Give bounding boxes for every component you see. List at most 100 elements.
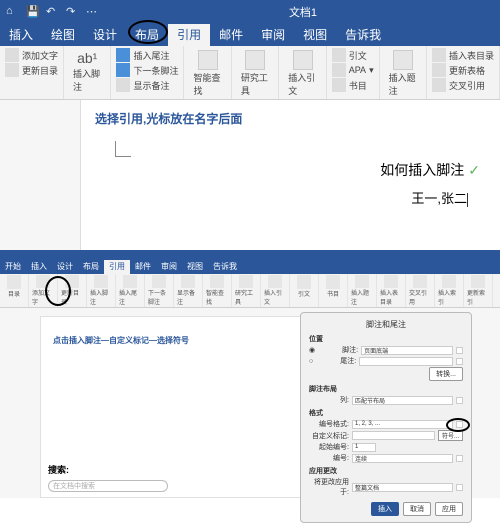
toolbar-item-10[interactable]: 引文: [293, 275, 315, 306]
citation-button[interactable]: 引文: [332, 48, 374, 62]
columns-select[interactable]: 匹配节布局: [352, 396, 453, 405]
tab-4[interactable]: 引用: [168, 24, 210, 46]
toolbar-item-13[interactable]: 插入表目录: [380, 275, 402, 306]
update-table-button[interactable]: 更新表格: [432, 63, 494, 77]
undo-icon[interactable]: ↶: [46, 5, 60, 19]
numbering-select[interactable]: 连续: [352, 454, 453, 463]
insert-button[interactable]: 插入: [371, 502, 399, 516]
toolbar-item-11[interactable]: 书目: [322, 275, 344, 306]
more-icon[interactable]: ⋯: [86, 5, 100, 19]
section-position: 位置: [309, 334, 463, 344]
toolbar-item-15[interactable]: 插入索引: [438, 275, 460, 306]
redo-icon[interactable]: ↷: [66, 5, 80, 19]
cross-ref-button[interactable]: 交叉引用: [432, 78, 494, 92]
insert-footnote-button[interactable]: ab¹插入脚注: [69, 48, 105, 95]
apply-to-select[interactable]: 整篇文档: [352, 483, 453, 492]
convert-button[interactable]: 转换...: [429, 367, 463, 381]
chevron-down-icon[interactable]: [456, 347, 463, 354]
toolbar-item-2[interactable]: 更新目录: [61, 275, 83, 306]
toolbar-item-12[interactable]: 插入题注: [351, 275, 373, 306]
dialog-title: 脚注和尾注: [309, 319, 463, 330]
radio-footnote[interactable]: ◉: [309, 346, 315, 354]
toolbar-item-1[interactable]: 添加文字: [32, 275, 54, 306]
save-icon[interactable]: 💾: [26, 5, 40, 19]
toolbar-item-6[interactable]: 显示备注: [177, 275, 199, 306]
apply-button[interactable]: 应用: [435, 502, 463, 516]
section-layout: 脚注布局: [309, 384, 463, 394]
tab-5[interactable]: 邮件: [210, 24, 252, 46]
chevron-down-icon[interactable]: [456, 455, 463, 462]
tab-6[interactable]: 审阅: [156, 260, 182, 274]
insert-fig-toc-button[interactable]: 插入表目录: [432, 48, 494, 62]
toolbar-item-8[interactable]: 研究工具: [235, 275, 257, 306]
insert-caption-button[interactable]: 插入题注: [385, 48, 421, 99]
ime-check-icon: ✓: [468, 162, 480, 178]
ribbon-tabs-bottom: 开始插入设计布局引用邮件审阅视图告诉我: [0, 260, 500, 274]
insert-endnote-button[interactable]: 插入尾注: [116, 48, 178, 62]
section-format: 格式: [309, 408, 463, 418]
doc-heading: 如何插入脚注✓: [380, 160, 480, 180]
toolbar-item-7[interactable]: 智能查找: [206, 275, 228, 306]
style-select[interactable]: APA ▾: [332, 63, 374, 77]
tab-1[interactable]: 插入: [26, 260, 52, 274]
document-area-bottom[interactable]: 点击插入脚注—自定义标记—选择符号 搜索: 在文档中搜索 脚注和尾注 位置 ◉ 脚…: [0, 308, 500, 498]
footnote-pos-select[interactable]: 页面底端: [361, 346, 453, 355]
next-footnote-button[interactable]: 下一条脚注: [116, 63, 178, 77]
document-area[interactable]: 选择引用,光标放在名字后面 如何插入脚注✓ 王一,张二: [0, 100, 500, 250]
ribbon: 添加文字 更新目录 ab¹插入脚注 插入尾注 下一条脚注 显示备注 智能查找 研…: [0, 46, 500, 100]
update-toc-button[interactable]: 更新目录: [5, 63, 58, 77]
tab-2[interactable]: 设计: [84, 24, 126, 46]
ribbon-tabs: 插入绘图设计布局引用邮件审阅视图告诉我: [0, 24, 500, 46]
toolbar-item-14[interactable]: 交叉引用: [409, 275, 431, 306]
tab-4[interactable]: 引用: [104, 260, 130, 274]
instruction-text: 点击插入脚注—自定义标记—选择符号: [53, 335, 327, 346]
tab-2[interactable]: 设计: [52, 260, 78, 274]
chevron-down-icon[interactable]: [456, 421, 463, 428]
radio-endnote[interactable]: ○: [309, 358, 313, 365]
add-text-button[interactable]: 添加文字: [5, 48, 58, 62]
toolbar-item-9[interactable]: 插入引文: [264, 275, 286, 306]
text-cursor: [467, 193, 468, 207]
smart-lookup-button[interactable]: 智能查找: [189, 48, 225, 99]
toolbar-item-0[interactable]: 目录: [3, 275, 25, 306]
tab-3[interactable]: 布局: [78, 260, 104, 274]
tab-0[interactable]: 开始: [0, 260, 26, 274]
footnote-dialog: 脚注和尾注 位置 ◉脚注:页面底端 ○尾注: 转换... 脚注布局 列:匹配节布…: [300, 312, 472, 523]
start-number-input[interactable]: 1: [352, 443, 376, 452]
doc-title: 文档1: [106, 4, 500, 20]
tab-5[interactable]: 邮件: [130, 260, 156, 274]
tab-0[interactable]: 插入: [0, 24, 42, 46]
search-input[interactable]: 在文档中搜索: [48, 480, 168, 492]
biblio-button[interactable]: 书目: [332, 78, 374, 92]
toolbar-item-16[interactable]: 更新索引: [467, 275, 489, 306]
research-button[interactable]: 研究工具: [237, 48, 273, 99]
section-apply: 应用更改: [309, 466, 463, 476]
search-label: 搜索:: [48, 463, 69, 476]
tab-1[interactable]: 绘图: [42, 24, 84, 46]
cancel-button[interactable]: 取消: [403, 502, 431, 516]
chevron-down-icon[interactable]: [456, 484, 463, 491]
footnote-marker: [115, 141, 131, 157]
tab-8[interactable]: 告诉我: [208, 260, 242, 274]
custom-mark-input[interactable]: [352, 431, 435, 440]
symbol-button[interactable]: 符号...: [438, 430, 463, 441]
title-bar: ⌂ 💾 ↶ ↷ ⋯ 文档1: [0, 0, 500, 24]
number-format-select[interactable]: 1, 2, 3, ...: [352, 420, 453, 429]
show-notes-button[interactable]: 显示备注: [116, 78, 178, 92]
tab-8[interactable]: 告诉我: [336, 24, 390, 46]
tab-7[interactable]: 视图: [182, 260, 208, 274]
home-icon[interactable]: ⌂: [6, 5, 20, 19]
endnote-pos-select[interactable]: [359, 357, 453, 366]
tab-6[interactable]: 审阅: [252, 24, 294, 46]
instruction-text: 选择引用,光标放在名字后面: [95, 110, 486, 127]
tab-7[interactable]: 视图: [294, 24, 336, 46]
chevron-down-icon[interactable]: [456, 358, 463, 365]
toolbar-item-3[interactable]: 插入脚注: [90, 275, 112, 306]
toolbar-item-5[interactable]: 下一条脚注: [148, 275, 170, 306]
toolbar-item-4[interactable]: 插入尾注: [119, 275, 141, 306]
author-names: 王一,张二: [411, 188, 468, 207]
title-bar-bottom: [0, 250, 500, 260]
tab-3[interactable]: 布局: [126, 24, 168, 46]
chevron-down-icon[interactable]: [456, 397, 463, 404]
insert-citation-button[interactable]: 插入引文: [284, 48, 320, 99]
